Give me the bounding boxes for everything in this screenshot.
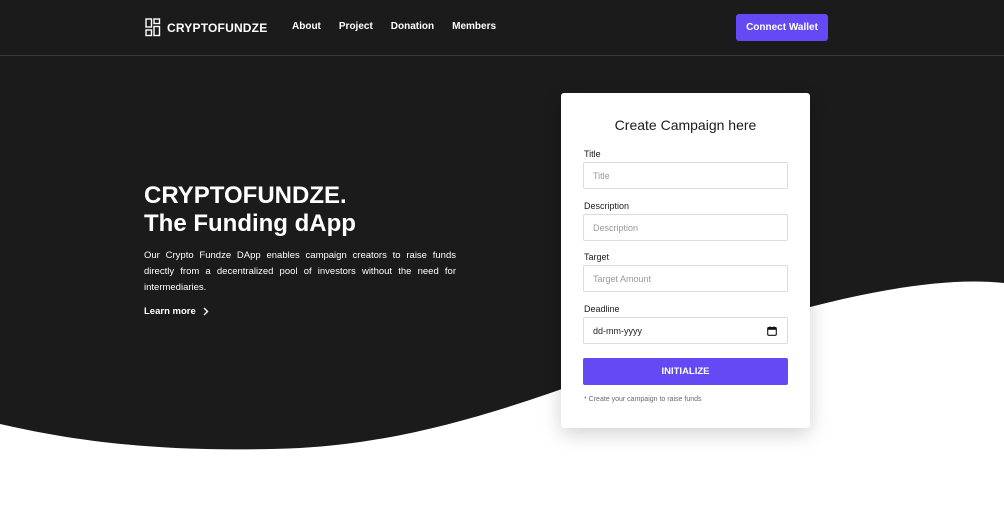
- brand-logo[interactable]: CRYPTOFUNDZE: [145, 18, 267, 37]
- connect-wallet-button[interactable]: Connect Wallet: [736, 14, 828, 41]
- calendar-icon[interactable]: [767, 325, 777, 336]
- nav-link-members[interactable]: Members: [452, 21, 496, 32]
- nav-link-donation[interactable]: Donation: [391, 21, 434, 32]
- hero-section: CRYPTOFUNDZE. The Funding dApp Our Crypt…: [144, 182, 456, 317]
- nav-link-project[interactable]: Project: [339, 21, 373, 32]
- learn-more-label: Learn more: [144, 306, 196, 317]
- deadline-label: Deadline: [584, 304, 620, 314]
- description-label: Description: [584, 201, 630, 211]
- top-navbar: CRYPTOFUNDZE About Project Donation Memb…: [0, 0, 1004, 56]
- deadline-value: dd-mm-yyyy: [593, 325, 642, 336]
- title-label: Title: [584, 149, 601, 159]
- initialize-button[interactable]: INITIALIZE: [583, 358, 788, 385]
- hero-title-line2: The Funding dApp: [144, 210, 356, 237]
- nav-links: About Project Donation Members: [292, 21, 514, 32]
- title-input[interactable]: [583, 162, 788, 189]
- target-label: Target: [584, 252, 610, 262]
- hero-title-line1: CRYPTOFUNDZE.: [144, 182, 347, 209]
- chevron-right-icon: [203, 307, 209, 316]
- form-note: * Create your campaign to raise funds: [584, 396, 702, 403]
- learn-more-link[interactable]: Learn more: [144, 306, 456, 317]
- grid-logo-icon: [145, 18, 161, 37]
- nav-link-about[interactable]: About: [292, 21, 321, 32]
- hero-description: Our Crypto Fundze DApp enables campaign …: [144, 250, 456, 293]
- target-input[interactable]: [583, 265, 788, 292]
- description-input[interactable]: [583, 214, 788, 241]
- brand-name: CRYPTOFUNDZE: [167, 20, 268, 35]
- hero-title: CRYPTOFUNDZE. The Funding dApp: [144, 182, 456, 238]
- deadline-date-input[interactable]: dd-mm-yyyy: [583, 317, 788, 344]
- form-heading: Create Campaign here: [614, 117, 757, 133]
- create-campaign-form: Create Campaign here Title Description T…: [561, 93, 810, 428]
